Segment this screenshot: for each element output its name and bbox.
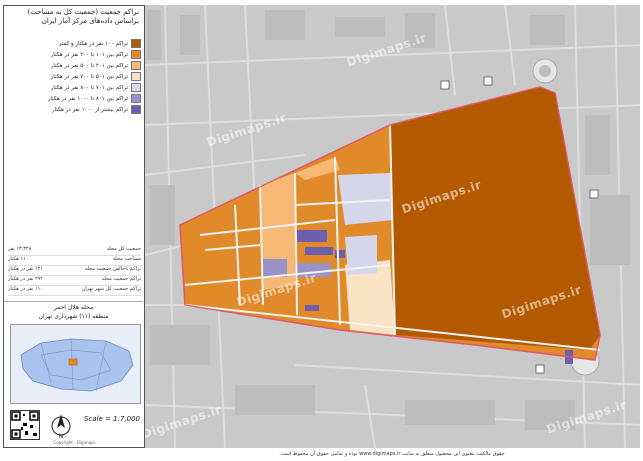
stat-label: تراکم ناخالص جمعیت محله [84,266,141,272]
zone-density-7-d [305,305,319,311]
legend-label: تراکم بیشتر از ۱۰۰۰ نفر در هکتار [51,106,128,113]
north-label: N [59,433,64,440]
panel-footer: Copyright - Digimaps [53,440,96,445]
stat-value: ۱۲۱ نفر در هکتار [8,266,43,272]
neighbourhood-name: محله هلال احمر [53,304,94,311]
stat-label: تراکم جمعیت محله [101,276,141,282]
locator-svg [20,338,134,392]
area-title: محله هلال احمر منطقه (۱۱) شهرداری تهران [4,301,143,321]
stat-value: ۱۱۰ نفر در هکتار [8,286,43,292]
stat-value: ۱۱۰ هکتار [8,256,29,262]
stat-value: ۱۳,۳۲۸ نفر [8,246,32,252]
legend-label: تراکم بین ۵۰۱ تا ۷۰۰ نفر در هکتار [50,73,128,80]
neighbourhood-stats: جمعیت کل محله ۱۳,۳۲۸ نفر مساحت محله ۱۱۰ … [8,246,141,296]
district-name: منطقه (۱۱) شهرداری تهران [38,313,109,320]
scale-label: Scale = 1:7,000 [84,415,140,423]
zone-density-7-a [297,230,327,242]
legend-item: تراکم ۱۰۰ نفر در هکتار و کمتر [8,38,141,49]
stat-value: ۲۹۲ نفر در هکتار [8,276,43,282]
legend-swatch [131,39,141,48]
zone-density-5-a [338,173,393,225]
legend-item: تراکم بین ۲۰۱ تا ۵۰۰ نفر در هکتار [8,60,141,71]
locator-highlight [68,358,78,366]
legend-item: تراکم بین ۸۰۱ تا ۱۰۰۰ نفر در هکتار [8,93,141,104]
map-svg [145,5,640,448]
legend-label: تراکم ۱۰۰ نفر در هکتار و کمتر [58,40,128,47]
map-canvas[interactable]: Digimaps.ir Digimaps.ir Digimaps.ir Digi… [144,5,640,448]
stat-row: تراکم ناخالص جمعیت محله ۱۲۱ نفر در هکتار [8,266,141,276]
legend-item: تراکم بیشتر از ۱۰۰۰ نفر در هکتار [8,104,141,115]
legend-label: تراکم بین ۷۰۱ تا ۸۰۰ نفر در هکتار [50,84,128,91]
legend-label: تراکم بین ۱۰۱ تا ۲۰۰ نفر در هکتار [50,51,128,58]
stat-row: تراکم جمعیت محله ۲۹۲ نفر در هکتار [8,276,141,286]
stat-row: جمعیت کل محله ۱۳,۳۲۸ نفر [8,246,141,256]
legend-panel: نراکم جمعیت (جمعیت کل به مساحت) براساس د… [4,6,143,447]
map-title: نراکم جمعیت (جمعیت کل به مساحت) براساس د… [4,8,143,26]
stat-row: تراکم جمعیت کل شهر تهران ۱۱۰ نفر در هکتا… [8,286,141,296]
legend-item: تراکم بین ۱۰۱ تا ۲۰۰ نفر در هکتار [8,49,141,60]
title-line-1: نراکم جمعیت (جمعیت کل به مساحت) [27,8,139,16]
legend-item: تراکم بین ۵۰۱ تا ۷۰۰ نفر در هکتار [8,71,141,82]
legend-label: تراکم بین ۲۰۱ تا ۵۰۰ نفر در هکتار [50,62,128,69]
legend-swatch [131,50,141,59]
locator-inset-map [10,324,141,404]
stat-label: مساحت محله [112,256,142,262]
legend-swatch [131,72,141,81]
zone-density-7-c [335,250,345,258]
legend-swatch [131,61,141,70]
legend-label: تراکم بین ۸۰۱ تا ۱۰۰۰ نفر در هکتار [47,95,128,102]
title-line-2: براساس داده‌های مرکز آمار ایران [41,17,139,25]
stat-label: جمعیت کل محله [106,246,141,252]
density-legend: تراکم ۱۰۰ نفر در هکتار و کمتر تراکم بین … [8,38,141,115]
legend-swatch [131,105,141,114]
footer-copyright: حقوق مالکیت معنوی این محصول متعلق به سای… [279,451,505,457]
qr-code [10,410,40,440]
stat-label: تراکم جمعیت کل شهر تهران [81,286,141,292]
zone-density-6-a [263,259,287,277]
stat-row: مساحت محله ۱۱۰ هکتار [8,256,141,266]
legend-item: تراکم بین ۷۰۱ تا ۸۰۰ نفر در هکتار [8,82,141,93]
legend-swatch [131,83,141,92]
north-arrow-icon: N [50,410,72,440]
zone-density-1-large [390,87,600,350]
legend-swatch [131,94,141,103]
roundabout-north-center [539,65,551,77]
zone-density-7-b [305,247,333,255]
